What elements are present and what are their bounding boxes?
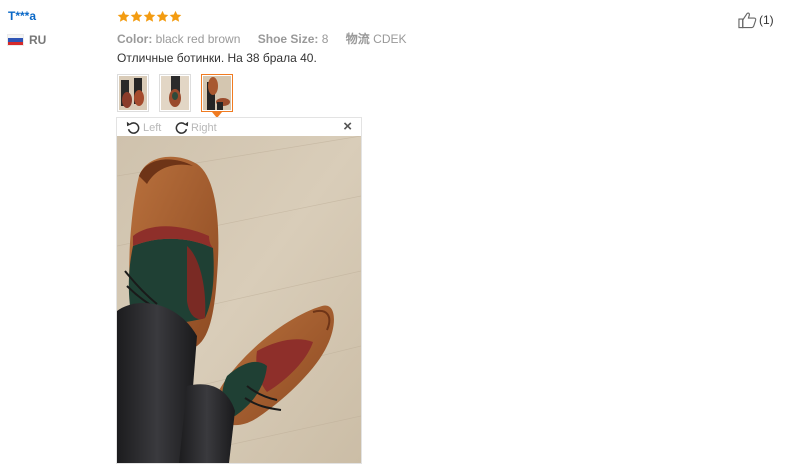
review-thumbnail-1[interactable] xyxy=(117,74,149,112)
country-code: RU xyxy=(29,33,47,47)
logistics-attribute-value: CDEK xyxy=(373,32,407,46)
rating-stars xyxy=(117,10,182,23)
thumbs-up-icon xyxy=(738,12,757,29)
review-text: Отличные ботинки. На 38 брала 40. xyxy=(117,51,317,65)
viewer-toolbar: Left Right × xyxy=(117,118,361,136)
color-attribute: Color: black red brown xyxy=(117,32,240,46)
color-attribute-value: black red brown xyxy=(155,32,241,46)
star-icon xyxy=(169,10,182,22)
reviewer-country: RU xyxy=(8,33,46,47)
reviewer-name[interactable]: T***a xyxy=(8,9,36,23)
review-thumbnail-3[interactable] xyxy=(201,74,233,118)
logistics-attribute: 物流 CDEK xyxy=(346,32,407,46)
color-attribute-label: Color: xyxy=(117,32,153,46)
star-icon xyxy=(117,10,130,22)
shoe-photo xyxy=(117,136,361,463)
russia-flag-icon xyxy=(8,35,23,45)
shoe-thumbnail-image xyxy=(161,76,189,110)
rotate-right-icon xyxy=(175,121,189,134)
helpful-count: (1) xyxy=(759,13,774,27)
logistics-attribute-label: 物流 xyxy=(345,32,370,46)
size-attribute: Shoe Size: 8 xyxy=(258,32,329,46)
close-viewer-button[interactable]: × xyxy=(343,119,352,135)
shoe-thumbnail-image xyxy=(203,76,231,110)
review-image-viewer: Left Right × xyxy=(116,117,362,464)
rotate-left-button[interactable]: Left xyxy=(125,119,161,136)
size-attribute-label: Shoe Size: xyxy=(257,32,319,46)
shoe-photo-illustration xyxy=(117,136,361,463)
rotate-right-button[interactable]: Right xyxy=(173,119,217,136)
rotate-left-label: Left xyxy=(143,121,162,134)
star-icon xyxy=(156,10,169,22)
shoe-thumbnail-image xyxy=(119,76,147,110)
review-thumbnails xyxy=(117,74,233,118)
helpful-button[interactable]: (1) xyxy=(738,11,774,29)
rotate-left-icon xyxy=(126,121,140,134)
star-icon xyxy=(143,10,156,22)
size-attribute-value: 8 xyxy=(321,32,329,46)
review-thumbnail-2[interactable] xyxy=(159,74,191,112)
review-attributes: Color: black red brown Shoe Size: 8 物流 C… xyxy=(117,30,421,47)
rotate-right-label: Right xyxy=(191,121,217,134)
star-icon xyxy=(130,10,143,22)
